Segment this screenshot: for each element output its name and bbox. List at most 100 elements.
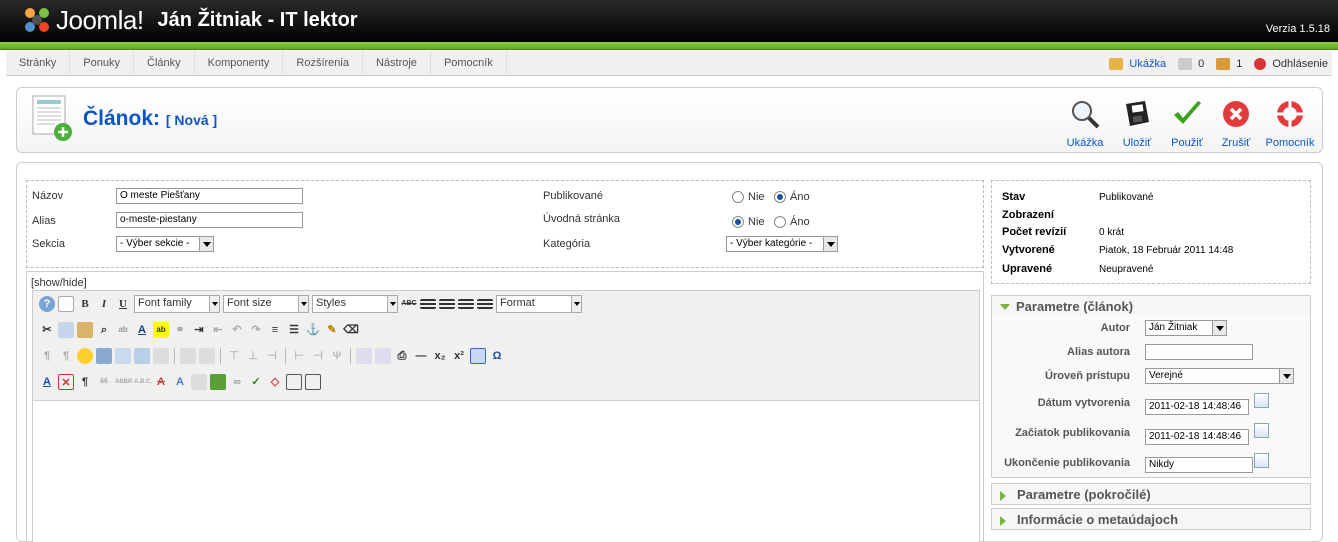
spellcheck-icon[interactable]: ✓ bbox=[248, 374, 264, 390]
row-before-icon[interactable]: ⊤ bbox=[226, 348, 242, 364]
indent-icon[interactable]: ⇥ bbox=[191, 322, 207, 338]
print-icon[interactable]: ⎙ bbox=[394, 348, 410, 364]
preview-link[interactable]: Ukážka bbox=[1129, 58, 1166, 70]
menu-item-extensions[interactable]: Rozšírenia bbox=[283, 50, 363, 76]
rtl-icon[interactable]: ¶ bbox=[58, 348, 74, 364]
style-props-icon[interactable]: A bbox=[39, 374, 55, 390]
cut-icon[interactable]: ✂ bbox=[39, 322, 55, 338]
published-no-radio[interactable]: Nie bbox=[732, 191, 765, 203]
published-yes-radio[interactable]: Áno bbox=[774, 191, 810, 203]
cleanup-icon[interactable]: ✎ bbox=[324, 322, 340, 338]
menu-item-pages[interactable]: Stránky bbox=[6, 50, 71, 76]
messages-count[interactable]: 0 bbox=[1198, 58, 1204, 70]
bullet-list-icon[interactable]: ☰ bbox=[286, 322, 302, 338]
find-icon[interactable]: ⌕ bbox=[96, 322, 112, 338]
metadata-panel-header[interactable]: Informácie o metaúdajoch bbox=[991, 508, 1311, 530]
access-select[interactable]: Verejné bbox=[1145, 368, 1294, 384]
align-left-icon[interactable] bbox=[420, 299, 436, 309]
col-before-icon[interactable]: ⊢ bbox=[291, 348, 307, 364]
image-icon[interactable] bbox=[210, 374, 226, 390]
menu-item-articles[interactable]: Články bbox=[134, 50, 195, 76]
non-break-icon[interactable]: ✕ bbox=[58, 374, 74, 390]
pilcrow-icon[interactable]: ¶ bbox=[77, 374, 93, 390]
menu-item-help[interactable]: Pomocník bbox=[431, 50, 507, 76]
params-advanced-panel-header[interactable]: Parametre (pokročilé) bbox=[991, 483, 1311, 505]
page-break-icon[interactable] bbox=[286, 374, 302, 390]
split-cells-icon[interactable] bbox=[356, 348, 372, 364]
calendar-icon[interactable] bbox=[1254, 453, 1269, 468]
help-button[interactable]: Pomocník bbox=[1263, 98, 1317, 149]
outdent-icon[interactable]: ⇤ bbox=[210, 322, 226, 338]
publish-down-input[interactable]: Nikdy bbox=[1145, 457, 1253, 473]
undo-icon[interactable]: ↶ bbox=[229, 322, 245, 338]
font-family-select[interactable]: Font family bbox=[134, 295, 220, 313]
highlight-icon[interactable]: ab bbox=[153, 322, 169, 338]
italic-icon[interactable]: I bbox=[96, 296, 112, 312]
menu-item-menus[interactable]: Ponuky bbox=[70, 50, 134, 76]
layer-icon[interactable] bbox=[153, 348, 169, 364]
del-icon[interactable]: A bbox=[153, 374, 169, 390]
cancel-button[interactable]: Zrušiť bbox=[1211, 98, 1261, 149]
alias-input[interactable]: o-meste-piestany bbox=[116, 212, 303, 228]
author-select[interactable]: Ján Žitniak bbox=[1145, 320, 1227, 336]
calendar-icon[interactable] bbox=[1254, 423, 1269, 438]
menu-item-tools[interactable]: Nástroje bbox=[363, 50, 431, 76]
fullscreen-icon[interactable] bbox=[305, 374, 321, 390]
show-hide-toggle[interactable]: [show/hide] bbox=[31, 277, 87, 289]
apply-button[interactable]: Použiť bbox=[1162, 98, 1212, 149]
media-icon[interactable] bbox=[96, 348, 112, 364]
cite-icon[interactable]: 66 bbox=[96, 374, 112, 390]
font-size-select[interactable]: Font size bbox=[223, 295, 309, 313]
emoticon-icon[interactable] bbox=[77, 348, 93, 364]
copy-icon[interactable] bbox=[58, 322, 74, 338]
paste-icon[interactable] bbox=[77, 322, 93, 338]
strikethrough-icon[interactable]: ABC bbox=[401, 296, 417, 312]
eraser-icon[interactable]: ⌫ bbox=[343, 322, 359, 338]
created-date-input[interactable]: 2011-02-18 14:48:46 bbox=[1145, 399, 1249, 415]
numbered-list-icon[interactable]: ≡ bbox=[267, 322, 283, 338]
special-char-icon[interactable]: Ω bbox=[489, 348, 505, 364]
table-icon[interactable] bbox=[180, 348, 196, 364]
frontpage-yes-radio[interactable]: Áno bbox=[774, 216, 810, 228]
params-article-panel-header[interactable]: Parametre (článok) bbox=[991, 295, 1311, 317]
table-props-icon[interactable] bbox=[199, 348, 215, 364]
redo-icon[interactable]: ↷ bbox=[248, 322, 264, 338]
row-after-icon[interactable]: ⊥ bbox=[245, 348, 261, 364]
publish-up-input[interactable]: 2011-02-18 14:48:46 bbox=[1145, 429, 1249, 445]
new-document-icon[interactable] bbox=[58, 296, 74, 312]
align-center-icon[interactable] bbox=[439, 299, 455, 309]
merge-cells-icon[interactable] bbox=[375, 348, 391, 364]
visual-aid-icon[interactable] bbox=[470, 348, 486, 364]
title-input[interactable]: O meste Piešťany bbox=[116, 188, 303, 204]
editor-content-area[interactable] bbox=[32, 400, 980, 542]
logout-link[interactable]: Odhlásenie bbox=[1272, 58, 1328, 70]
align-right-icon[interactable] bbox=[458, 299, 474, 309]
abbr-icon[interactable]: ABBR bbox=[115, 374, 132, 390]
attribs-icon[interactable] bbox=[191, 374, 207, 390]
category-select[interactable]: - Výber kategórie - bbox=[726, 236, 838, 252]
format-select[interactable]: Format bbox=[496, 295, 582, 313]
anchor-icon[interactable]: ⚓ bbox=[305, 322, 321, 338]
link-icon[interactable]: ∞ bbox=[229, 374, 245, 390]
align-justify-icon[interactable] bbox=[477, 299, 493, 309]
calendar-icon[interactable] bbox=[1254, 393, 1269, 408]
save-button[interactable]: Uložiť bbox=[1112, 98, 1162, 149]
preview-page-icon[interactable] bbox=[115, 348, 131, 364]
help-icon[interactable]: ? bbox=[39, 296, 55, 312]
menu-item-components[interactable]: Komponenty bbox=[195, 50, 284, 76]
frontpage-no-radio[interactable]: Nie bbox=[732, 216, 765, 228]
font-color-icon[interactable]: A bbox=[134, 322, 150, 338]
bold-icon[interactable]: B bbox=[77, 296, 93, 312]
styles-select[interactable]: Styles bbox=[312, 295, 398, 313]
col-after-icon[interactable]: ⊣ bbox=[310, 348, 326, 364]
unlink-icon[interactable]: ⚭ bbox=[172, 322, 188, 338]
horizontal-rule-icon[interactable]: — bbox=[413, 348, 429, 364]
replace-icon[interactable]: ab bbox=[115, 322, 131, 338]
edit-page-icon[interactable] bbox=[134, 348, 150, 364]
section-select[interactable]: - Výber sekcie - bbox=[116, 236, 214, 252]
preview-button[interactable]: Ukážka bbox=[1060, 98, 1110, 149]
delete-col-icon[interactable]: Ψ bbox=[329, 348, 345, 364]
underline-icon[interactable]: U bbox=[115, 296, 131, 312]
superscript-icon[interactable]: x² bbox=[451, 348, 467, 364]
acronym-icon[interactable]: A.B.C. bbox=[134, 374, 152, 390]
